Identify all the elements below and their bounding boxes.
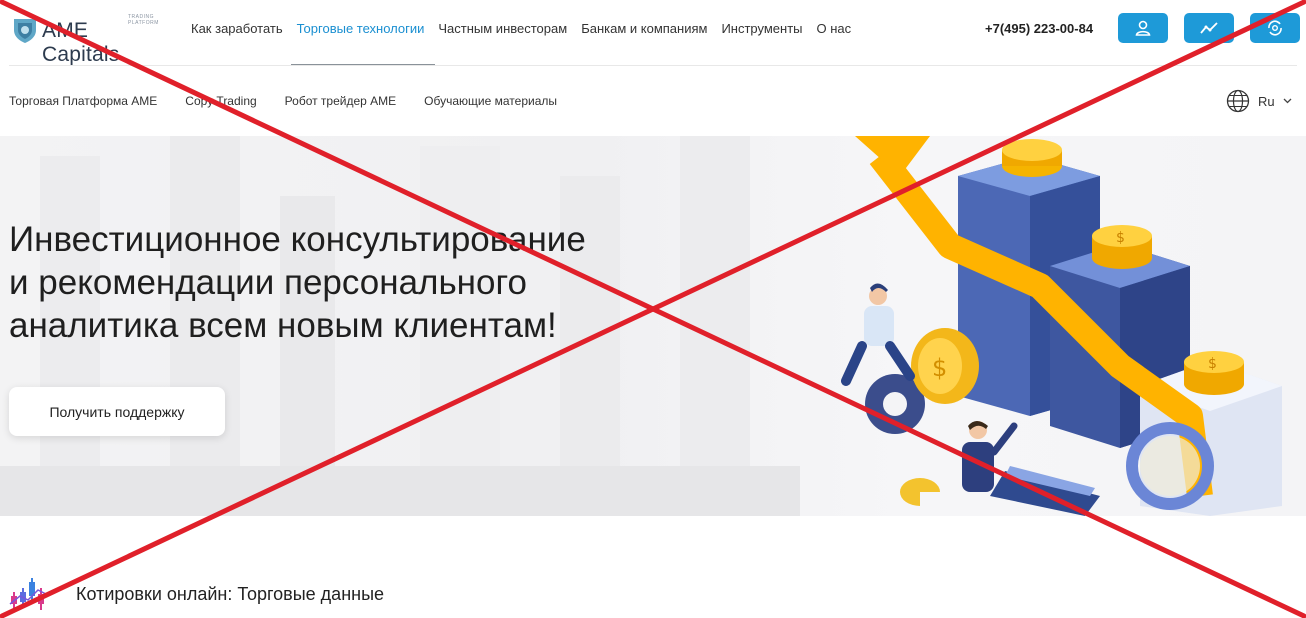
subnav-item-robot[interactable]: Робот трейдер AME — [285, 94, 397, 108]
hero-banner: Инвестиционное консультирование и рекоме… — [0, 136, 1306, 516]
phone-number[interactable]: +7(495) 223-00-84 — [985, 21, 1093, 36]
hero-illustration: $ $ $ — [841, 136, 1282, 516]
account-button[interactable] — [1118, 13, 1168, 43]
header: TRADING PLATFORM AME Capitals Как зарабо… — [0, 0, 1306, 66]
currency-exchange-icon — [1268, 20, 1282, 36]
page: TRADING PLATFORM AME Capitals Как зарабо… — [0, 0, 1306, 618]
hero-title: Инвестиционное консультирование и рекоме… — [9, 218, 709, 347]
hero-title-line-2: и рекомендации персонального — [9, 263, 527, 302]
chevron-down-icon — [1283, 98, 1292, 104]
header-divider — [9, 65, 1297, 66]
quotes-section-title: Котировки онлайн: Торговые данные — [76, 584, 385, 604]
logo-text: AME Capitals — [42, 19, 120, 66]
nav-item-banks-companies[interactable]: Банкам и компаниям — [581, 21, 707, 36]
nav-item-trading-tech[interactable]: Торговые технологии — [297, 21, 425, 36]
nav-item-about[interactable]: О нас — [817, 21, 852, 36]
sub-nav: Торговая Платформа AME Copy Trading Робо… — [9, 94, 557, 108]
logo-shield-icon — [14, 19, 36, 43]
hero-title-line-3: аналитика всем новым клиентам! — [9, 306, 557, 345]
hero-title-line-1: Инвестиционное консультирование — [9, 220, 586, 259]
logo[interactable]: TRADING PLATFORM AME Capitals — [10, 12, 170, 66]
trading-button[interactable] — [1184, 13, 1234, 43]
user-icon — [1135, 20, 1151, 36]
subnav-item-education[interactable]: Обучающие материалы — [424, 94, 557, 108]
svg-text:$: $ — [1208, 356, 1217, 372]
get-support-button[interactable]: Получить поддержку — [9, 387, 225, 436]
main-nav: Как заработать Торговые технологии Частн… — [191, 21, 851, 36]
candlestick-chart-icon — [9, 578, 47, 610]
language-selector[interactable]: Ru — [1226, 89, 1292, 113]
language-label: Ru — [1258, 93, 1275, 109]
nav-item-tools[interactable]: Инструменты — [721, 21, 802, 36]
subnav-item-copy-trading[interactable]: Copy Trading — [185, 94, 256, 108]
globe-icon — [1226, 89, 1250, 113]
exchange-button[interactable] — [1250, 13, 1300, 43]
nav-item-private-investors[interactable]: Частным инвесторам — [438, 21, 567, 36]
trend-chart-icon — [1200, 22, 1218, 34]
svg-text:$: $ — [932, 354, 947, 382]
subnav-item-platform[interactable]: Торговая Платформа AME — [9, 94, 157, 108]
svg-text:$: $ — [1116, 230, 1125, 246]
nav-item-how-to-earn[interactable]: Как заработать — [191, 21, 283, 36]
